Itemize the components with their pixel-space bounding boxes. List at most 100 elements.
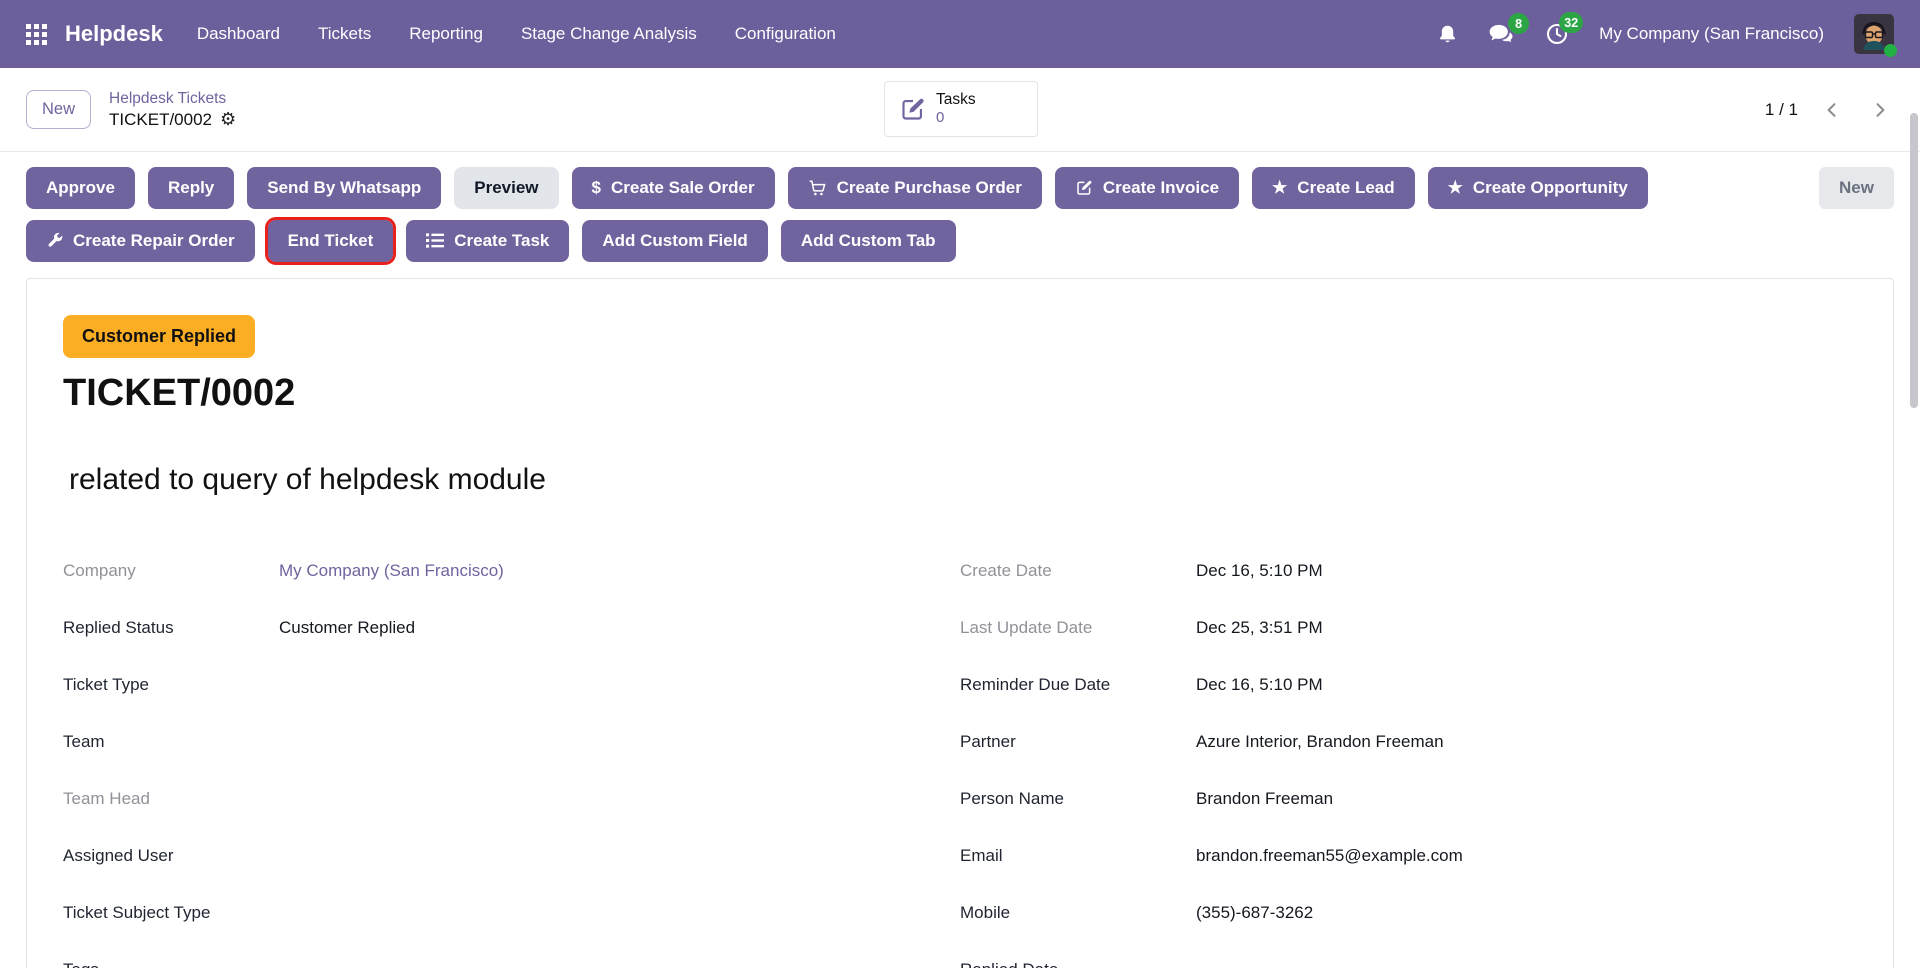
activities-count-badge: 32 bbox=[1559, 12, 1583, 33]
action-button-create-lead[interactable]: ★ Create Lead bbox=[1252, 167, 1415, 209]
form-sheet: Customer Replied TICKET/0002 related to … bbox=[26, 278, 1894, 968]
action-button-add-custom-field[interactable]: Add Custom Field bbox=[582, 220, 767, 262]
pager-previous-button[interactable] bbox=[1818, 96, 1846, 124]
menu-item-reporting[interactable]: Reporting bbox=[409, 24, 483, 44]
tasks-stat-button[interactable]: Tasks 0 bbox=[884, 81, 1038, 137]
action-button-send-by-whatsapp[interactable]: Send By Whatsapp bbox=[247, 167, 441, 209]
company-switcher[interactable]: My Company (San Francisco) bbox=[1599, 24, 1824, 44]
field-row-create-date: Create DateDec 16, 5:10 PM bbox=[960, 561, 1857, 595]
field-value: (355)-687-3262 bbox=[1196, 903, 1313, 923]
apps-grid-icon[interactable] bbox=[26, 24, 47, 45]
action-button-reply[interactable]: Reply bbox=[148, 167, 234, 209]
field-row-email: Emailbrandon.freeman55@example.com bbox=[960, 846, 1857, 880]
action-button-label: Add Custom Field bbox=[602, 231, 747, 251]
main-menu: Dashboard Tickets Reporting Stage Change An… bbox=[197, 24, 836, 44]
field-label: Ticket Type bbox=[63, 675, 279, 695]
action-button-create-task[interactable]: Create Task bbox=[406, 220, 569, 262]
field-column-left: CompanyMy Company (San Francisco) Replied… bbox=[63, 561, 960, 968]
breadcrumb: Helpdesk Tickets TICKET/0002 ⚙ bbox=[109, 89, 236, 130]
action-button-label: Approve bbox=[46, 178, 115, 198]
messages-icon[interactable]: 8 bbox=[1488, 23, 1515, 45]
field-row-person-name: Person NameBrandon Freeman bbox=[960, 789, 1857, 823]
field-row-team-head: Team Head bbox=[63, 789, 960, 823]
field-value: Dec 16, 5:10 PM bbox=[1196, 561, 1323, 581]
pager-next-button[interactable] bbox=[1866, 96, 1894, 124]
scrollbar-thumb[interactable] bbox=[1910, 113, 1918, 408]
field-grid: CompanyMy Company (San Francisco) Replied… bbox=[63, 561, 1893, 968]
action-row-2: Create Repair Order End Ticket Create Task… bbox=[26, 220, 1894, 262]
action-button-approve[interactable]: Approve bbox=[26, 167, 135, 209]
app-brand[interactable]: Helpdesk bbox=[65, 21, 163, 47]
chevron-right-icon bbox=[1870, 100, 1890, 120]
breadcrumb-current: TICKET/0002 ⚙ bbox=[109, 109, 236, 130]
cart-icon bbox=[808, 179, 827, 197]
activities-clock-icon[interactable]: 32 bbox=[1545, 22, 1569, 46]
action-button-label: Create Sale Order bbox=[611, 178, 755, 198]
field-row-mobile: Mobile(355)-687-3262 bbox=[960, 903, 1857, 937]
action-button-label: Create Opportunity bbox=[1473, 178, 1628, 198]
list-icon bbox=[426, 233, 444, 248]
menu-item-tickets[interactable]: Tickets bbox=[318, 24, 371, 44]
field-column-right: Create DateDec 16, 5:10 PMLast Update Da… bbox=[960, 561, 1857, 968]
action-button-label: Create Invoice bbox=[1103, 178, 1219, 198]
field-label: Replied Date bbox=[960, 960, 1196, 968]
field-label: Company bbox=[63, 561, 279, 581]
menu-item-stage-change-analysis[interactable]: Stage Change Analysis bbox=[521, 24, 697, 44]
action-button-create-invoice[interactable]: Create Invoice bbox=[1055, 167, 1239, 209]
action-button-create-repair-order[interactable]: Create Repair Order bbox=[26, 220, 255, 262]
ticket-subject-field[interactable]: related to query of helpdesk module bbox=[63, 463, 1893, 497]
field-label: Team Head bbox=[63, 789, 279, 809]
menu-item-configuration[interactable]: Configuration bbox=[735, 24, 836, 44]
action-button-label: Send By Whatsapp bbox=[267, 178, 421, 198]
field-value: Customer Replied bbox=[279, 618, 415, 638]
breadcrumb-parent-link[interactable]: Helpdesk Tickets bbox=[109, 89, 236, 108]
action-buttons-area: Approve Reply Send By Whatsapp Preview $ Crea… bbox=[0, 152, 1920, 262]
field-value: Dec 25, 3:51 PM bbox=[1196, 618, 1323, 638]
field-row-partner: PartnerAzure Interior, Brandon Freeman bbox=[960, 732, 1857, 766]
star-icon: ★ bbox=[1272, 178, 1287, 198]
action-button-create-opportunity[interactable]: ★Create Opportunity bbox=[1428, 167, 1648, 209]
field-row-replied-date: Replied Date bbox=[960, 960, 1857, 968]
field-label: Mobile bbox=[960, 903, 1196, 923]
new-record-button[interactable]: New bbox=[26, 90, 91, 129]
menu-item-dashboard[interactable]: Dashboard bbox=[197, 24, 280, 44]
field-value: Dec 16, 5:10 PM bbox=[1196, 675, 1323, 695]
online-status-dot bbox=[1884, 44, 1897, 57]
user-avatar[interactable] bbox=[1854, 14, 1894, 54]
field-row-team: Team bbox=[63, 732, 960, 766]
action-button-create-sale-order[interactable]: $ Create Sale Order bbox=[572, 167, 775, 209]
field-label: Assigned User bbox=[63, 846, 279, 866]
notifications-bell-icon[interactable] bbox=[1437, 23, 1458, 46]
field-label: Partner bbox=[960, 732, 1196, 752]
action-button-label: Reply bbox=[168, 178, 214, 198]
field-label: Last Update Date bbox=[960, 618, 1196, 638]
ticket-reference-title[interactable]: TICKET/0002 bbox=[63, 372, 1893, 415]
field-value[interactable]: My Company (San Francisco) bbox=[279, 561, 504, 581]
field-row-company: CompanyMy Company (San Francisco) bbox=[63, 561, 960, 595]
action-button-label: Create Repair Order bbox=[73, 231, 235, 251]
action-button-label: Create Task bbox=[454, 231, 549, 251]
action-button-preview[interactable]: Preview bbox=[454, 167, 558, 209]
action-button-create-purchase-order[interactable]: Create Purchase Order bbox=[788, 167, 1042, 209]
stage-badge-new[interactable]: New bbox=[1819, 167, 1894, 209]
action-button-add-custom-tab[interactable]: Add Custom Tab bbox=[781, 220, 956, 262]
field-value: Brandon Freeman bbox=[1196, 789, 1333, 809]
field-label: Create Date bbox=[960, 561, 1196, 581]
pager-text: 1 / 1 bbox=[1765, 100, 1798, 120]
tasks-button-count: 0 bbox=[936, 109, 976, 127]
dollar-icon: $ bbox=[592, 178, 601, 198]
field-row-last-update-date: Last Update DateDec 25, 3:51 PM bbox=[960, 618, 1857, 652]
field-label: Person Name bbox=[960, 789, 1196, 809]
field-row-replied-status: Replied StatusCustomer Replied bbox=[63, 618, 960, 652]
record-pager: 1 / 1 bbox=[1765, 96, 1894, 124]
action-button-end-ticket[interactable]: End Ticket bbox=[268, 220, 394, 262]
control-panel: New Helpdesk Tickets TICKET/0002 ⚙ Tasks… bbox=[0, 68, 1920, 152]
field-label: Tags bbox=[63, 960, 279, 968]
field-value: Azure Interior, Brandon Freeman bbox=[1196, 732, 1444, 752]
field-label: Email bbox=[960, 846, 1196, 866]
action-button-label: Create Lead bbox=[1297, 178, 1394, 198]
field-row-reminder-due-date: Reminder Due DateDec 16, 5:10 PM bbox=[960, 675, 1857, 709]
field-label: Reminder Due Date bbox=[960, 675, 1196, 695]
invoice-icon bbox=[1075, 179, 1093, 197]
settings-gear-icon[interactable]: ⚙ bbox=[220, 110, 236, 128]
